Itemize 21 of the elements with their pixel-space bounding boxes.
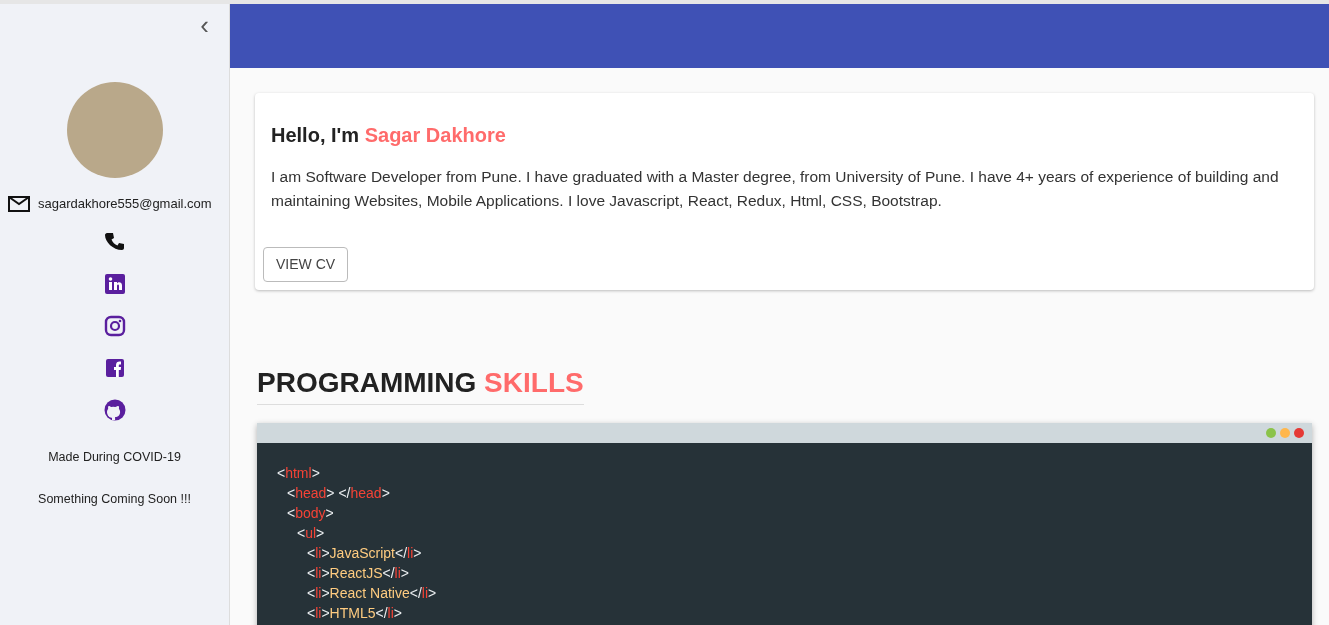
view-cv-button[interactable]: VIEW CV [263, 247, 349, 282]
code-line: <ul> [296, 523, 326, 543]
section-heading: PROGRAMMING SKILLS [257, 366, 584, 405]
instagram-icon[interactable] [103, 315, 126, 338]
email-text: sagardakhore555@gmail.com [38, 195, 212, 213]
facebook-icon[interactable] [103, 357, 126, 380]
intro-heading: Hello, I'm Sagar Dakhore [271, 123, 507, 147]
footer-text: Made During COVID-19 [48, 448, 181, 466]
code-line: <head> </head> [286, 483, 391, 503]
collapse-button[interactable]: ‹ [196, 12, 213, 38]
code-line: <li>React Native</li> [306, 583, 438, 603]
code-line: <li>ReactJS</li> [306, 563, 411, 583]
code-line: <li>JavaScript</li> [306, 543, 423, 563]
mail-icon [8, 195, 30, 212]
code-line: <li>HTML5</li> [306, 603, 403, 623]
code-line: <html> [277, 463, 321, 483]
code-line: <body> [286, 503, 335, 523]
intro-text: I am Software Developer from Pune. I have graduated with a Master degree, from University of Pune. I have 4+ years of experience of building and maintaining Websites, Mobile Applications. I love Javascript, React, Redux, Html, CSS, Bootstrap. [271, 167, 1280, 211]
footer-text: Something Coming Soon !!! [38, 491, 191, 509]
github-icon[interactable] [103, 399, 126, 422]
linkedin-icon[interactable] [103, 273, 126, 296]
